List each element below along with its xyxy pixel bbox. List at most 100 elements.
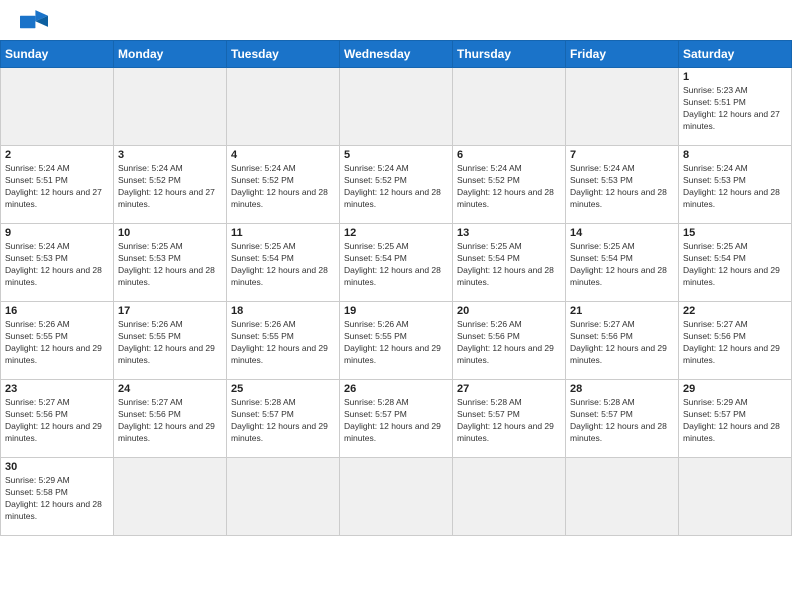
day-number: 18	[231, 305, 335, 317]
sunrise: Sunrise: 5:29 AM	[683, 397, 748, 407]
sunrise: Sunrise: 5:27 AM	[118, 397, 183, 407]
sunrise: Sunrise: 5:23 AM	[683, 85, 748, 95]
calendar-cell	[453, 458, 566, 536]
daylight: Daylight: 12 hours and 27 minutes.	[5, 187, 102, 209]
calendar-cell: 8 Sunrise: 5:24 AMSunset: 5:53 PMDaylight…	[679, 146, 792, 224]
day-number: 5	[344, 149, 448, 161]
sunset: Sunset: 5:56 PM	[457, 331, 520, 341]
day-number: 3	[118, 149, 222, 161]
calendar-table: SundayMondayTuesdayWednesdayThursdayFrid…	[0, 40, 792, 536]
day-info: Sunrise: 5:24 AMSunset: 5:53 PMDaylight:…	[683, 163, 787, 211]
sunrise: Sunrise: 5:24 AM	[344, 163, 409, 173]
day-number: 9	[5, 227, 109, 239]
sunrise: Sunrise: 5:24 AM	[457, 163, 522, 173]
daylight: Daylight: 12 hours and 29 minutes.	[457, 343, 554, 365]
daylight: Daylight: 12 hours and 29 minutes.	[231, 343, 328, 365]
calendar-cell: 6 Sunrise: 5:24 AMSunset: 5:52 PMDaylight…	[453, 146, 566, 224]
sunset: Sunset: 5:53 PM	[570, 175, 633, 185]
day-number: 14	[570, 227, 674, 239]
day-number: 8	[683, 149, 787, 161]
day-info: Sunrise: 5:26 AMSunset: 5:56 PMDaylight:…	[457, 319, 561, 367]
generalblue-icon	[20, 10, 48, 34]
day-number: 13	[457, 227, 561, 239]
calendar-cell: 2Sunrise: 5:24 AMSunset: 5:51 PMDaylight…	[1, 146, 114, 224]
day-number: 10	[118, 227, 222, 239]
sunset: Sunset: 5:55 PM	[231, 331, 294, 341]
calendar-cell: 9 Sunrise: 5:24 AMSunset: 5:53 PMDaylight…	[1, 224, 114, 302]
sunset: Sunset: 5:54 PM	[231, 253, 294, 263]
calendar-cell: 5 Sunrise: 5:24 AM Sunset: 5:52 PM Daylight…	[340, 146, 453, 224]
day-number: 4	[231, 149, 335, 161]
calendar-cell: 14Sunrise: 5:25 AMSunset: 5:54 PMDayligh…	[566, 224, 679, 302]
sunset: Sunset: 5:57 PM	[344, 409, 407, 419]
sunset: Sunset: 5:54 PM	[457, 253, 520, 263]
day-number: 21	[570, 305, 674, 317]
weekday-sunday: Sunday	[1, 41, 114, 68]
calendar-cell: 20 Sunrise: 5:26 AMSunset: 5:56 PMDayligh…	[453, 302, 566, 380]
calendar-cell	[453, 68, 566, 146]
sunrise: Sunrise: 5:28 AM	[344, 397, 409, 407]
daylight: Daylight: 12 hours and 29 minutes.	[457, 421, 554, 443]
day-number: 27	[457, 383, 561, 395]
day-info: Sunrise: 5:24 AMSunset: 5:52 PMDaylight:…	[457, 163, 561, 211]
sunset: Sunset: 5:52 PM	[231, 175, 294, 185]
day-info: Sunrise: 5:24 AMSunset: 5:52 PMDaylight:…	[118, 163, 222, 211]
header	[0, 0, 792, 40]
day-number: 15	[683, 227, 787, 239]
calendar-row: 1Sunrise: 5:23 AMSunset: 5:51 PMDaylight…	[1, 68, 792, 146]
calendar-cell: 12Sunrise: 5:25 AMSunset: 5:54 PMDayligh…	[340, 224, 453, 302]
sunrise: Sunrise: 5:24 AM	[5, 163, 70, 173]
daylight: Daylight: 12 hours and 28 minutes.	[683, 187, 780, 209]
calendar-row: 9 Sunrise: 5:24 AMSunset: 5:53 PMDaylight…	[1, 224, 792, 302]
day-info: Sunrise: 5:24 AM Sunset: 5:51 PM Daylight:…	[5, 163, 109, 211]
daylight: Daylight: 12 hours and 27 minutes.	[683, 109, 780, 131]
sunrise: Sunrise: 5:28 AM	[231, 397, 296, 407]
sunrise: Sunrise: 5:28 AM	[570, 397, 635, 407]
calendar-cell: 27Sunrise: 5:28 AMSunset: 5:57 PMDayligh…	[453, 380, 566, 458]
calendar-cell: 19Sunrise: 5:26 AMSunset: 5:55 PMDayligh…	[340, 302, 453, 380]
daylight: Daylight: 12 hours and 28 minutes.	[231, 187, 328, 209]
daylight: Daylight: 12 hours and 28 minutes.	[5, 265, 102, 287]
day-number: 6	[457, 149, 561, 161]
day-number: 1	[683, 71, 787, 83]
calendar-cell: 23Sunrise: 5:27 AMSunset: 5:56 PMDayligh…	[1, 380, 114, 458]
daylight: Daylight: 12 hours and 29 minutes.	[118, 343, 215, 365]
page: SundayMondayTuesdayWednesdayThursdayFrid…	[0, 0, 792, 536]
daylight: Daylight: 12 hours and 29 minutes.	[683, 343, 780, 365]
day-number: 12	[344, 227, 448, 239]
sunset: Sunset: 5:55 PM	[5, 331, 68, 341]
day-number: 29	[683, 383, 787, 395]
calendar-cell: 28Sunrise: 5:28 AMSunset: 5:57 PMDayligh…	[566, 380, 679, 458]
sunset: Sunset: 5:52 PM	[118, 175, 181, 185]
daylight: Daylight: 12 hours and 29 minutes.	[118, 421, 215, 443]
daylight: Daylight: 12 hours and 28 minutes.	[118, 265, 215, 287]
sunrise: Sunrise: 5:25 AM	[231, 241, 296, 251]
daylight: Daylight: 12 hours and 28 minutes.	[570, 187, 667, 209]
day-info: Sunrise: 5:26 AMSunset: 5:55 PMDaylight:…	[231, 319, 335, 367]
daylight: Daylight: 12 hours and 28 minutes.	[570, 421, 667, 443]
sunrise: Sunrise: 5:25 AM	[457, 241, 522, 251]
sunset: Sunset: 5:52 PM	[344, 175, 407, 185]
calendar-cell: 1Sunrise: 5:23 AMSunset: 5:51 PMDaylight…	[679, 68, 792, 146]
sunset: Sunset: 5:56 PM	[570, 331, 633, 341]
day-info: Sunrise: 5:25 AMSunset: 5:54 PMDaylight:…	[683, 241, 787, 289]
sunset: Sunset: 5:55 PM	[344, 331, 407, 341]
daylight: Daylight: 12 hours and 29 minutes.	[570, 343, 667, 365]
daylight: Daylight: 12 hours and 28 minutes.	[457, 265, 554, 287]
calendar-cell: 4Sunrise: 5:24 AMSunset: 5:52 PMDaylight…	[227, 146, 340, 224]
day-info: Sunrise: 5:28 AMSunset: 5:57 PMDaylight:…	[570, 397, 674, 445]
day-info: Sunrise: 5:29 AMSunset: 5:58 PMDaylight:…	[5, 475, 109, 523]
day-info: Sunrise: 5:24 AMSunset: 5:53 PMDaylight:…	[5, 241, 109, 289]
day-number: 22	[683, 305, 787, 317]
sunset: Sunset: 5:56 PM	[118, 409, 181, 419]
sunrise: Sunrise: 5:27 AM	[5, 397, 70, 407]
daylight: Daylight: 12 hours and 28 minutes.	[344, 187, 441, 209]
sunrise: Sunrise: 5:26 AM	[118, 319, 183, 329]
day-number: 30	[5, 461, 109, 473]
sunset: Sunset: 5:57 PM	[231, 409, 294, 419]
calendar-cell	[227, 458, 340, 536]
sunset: Sunset: 5:51 PM	[5, 175, 68, 185]
day-number: 20	[457, 305, 561, 317]
daylight: Daylight: 12 hours and 28 minutes.	[5, 499, 102, 521]
day-info: Sunrise: 5:25 AMSunset: 5:53 PMDaylight:…	[118, 241, 222, 289]
